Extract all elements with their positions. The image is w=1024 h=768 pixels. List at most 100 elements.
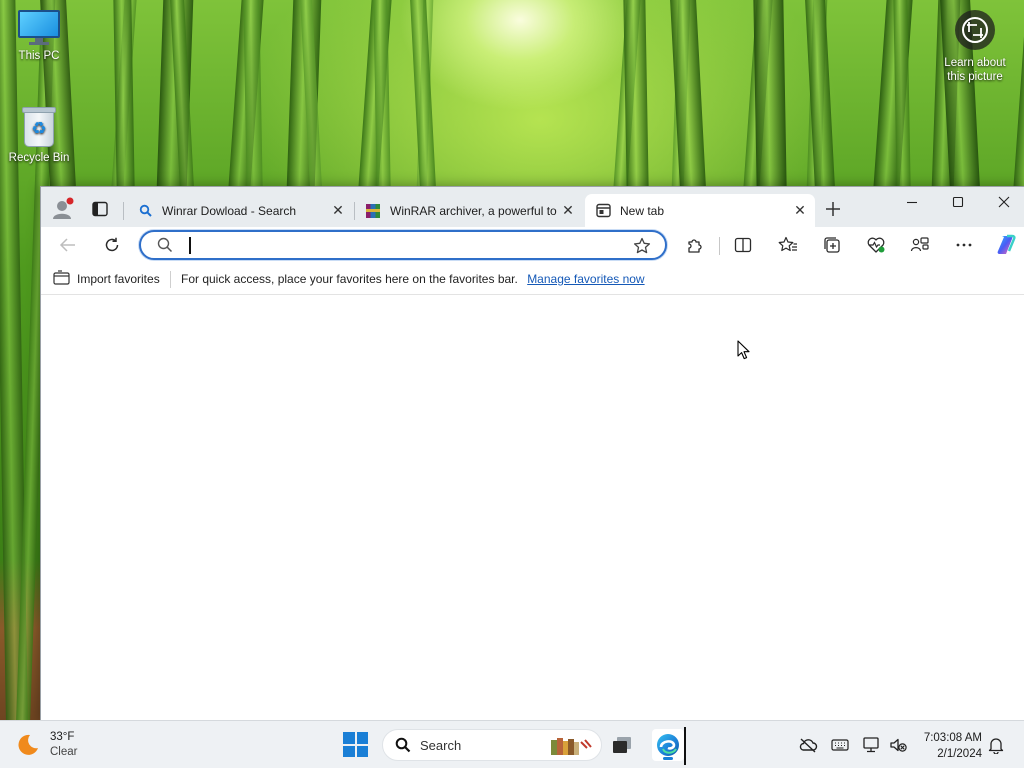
task-view-icon	[613, 737, 631, 753]
heart-pulse-icon	[867, 237, 885, 253]
recycle-bin-icon: ♻	[22, 106, 56, 148]
edge-icon	[657, 734, 679, 756]
tab-winrar-archiver[interactable]: WinRAR archiver, a powerful to ✕	[355, 194, 583, 227]
weather-temperature: 33°F	[50, 731, 75, 743]
toolbar-divider	[719, 237, 720, 255]
maximize-button[interactable]	[935, 187, 981, 217]
favorites-bar-message-text: For quick access, place your favorites h…	[181, 272, 518, 286]
new-tab-icon	[595, 203, 611, 219]
copilot-button[interactable]	[993, 232, 1019, 258]
desktop-icon-recycle-bin[interactable]: ♻ Recycle Bin	[1, 106, 77, 164]
volume-muted-icon[interactable]	[888, 735, 908, 755]
keyboard-icon[interactable]	[830, 735, 850, 755]
profile-avatar-icon	[53, 197, 74, 219]
desktop-icon-this-pc[interactable]: This PC	[1, 10, 77, 62]
page-content-area[interactable]	[41, 296, 1024, 722]
start-button[interactable]	[343, 732, 369, 758]
favorites-icon	[778, 236, 797, 252]
weather-text: 33°F Clear	[50, 730, 77, 760]
network-icon[interactable]	[862, 735, 882, 755]
edge-browser-window: Winrar Dowload - Search ✕ WinRAR archive…	[40, 186, 1024, 722]
mouse-cursor-icon	[737, 340, 750, 360]
favorites-bar-message: For quick access, place your favorites h…	[181, 272, 645, 286]
browser-toolbar	[41, 227, 1024, 263]
star-icon	[633, 237, 651, 254]
split-screen-button[interactable]	[730, 232, 756, 258]
learn-picture-line1: Learn about	[944, 57, 1006, 69]
minimize-button[interactable]	[889, 187, 935, 217]
add-favorite-button[interactable]	[631, 236, 653, 256]
desktop-icon-label: This PC	[18, 50, 60, 62]
new-tab-button[interactable]	[821, 197, 845, 221]
split-screen-icon	[734, 237, 752, 253]
learn-picture-line2: this picture	[947, 71, 1003, 83]
more-icon	[956, 243, 972, 247]
onedrive-offline-icon[interactable]	[798, 735, 818, 755]
taskbar-search-label: Search	[420, 737, 462, 753]
import-favorites-label: Import favorites	[77, 272, 160, 286]
collections-button[interactable]	[819, 232, 845, 258]
taskbar: 33°F Clear Search 7:03:08 AM 2/1/2024	[0, 720, 1024, 768]
browser-titlebar: Winrar Dowload - Search ✕ WinRAR archive…	[41, 187, 1024, 227]
vertical-tabs-icon	[92, 201, 108, 217]
tab-label: WinRAR archiver, a powerful to	[390, 203, 557, 218]
active-app-indicator	[663, 757, 673, 760]
text-caret	[189, 237, 191, 254]
winrar-icon	[365, 203, 381, 219]
favorites-bar: Import favorites For quick access, place…	[41, 263, 1024, 295]
close-tab-icon[interactable]: ✕	[329, 202, 347, 220]
import-icon	[53, 270, 70, 288]
more-options-button[interactable]	[951, 232, 977, 258]
browser-essentials-button[interactable]	[863, 232, 889, 258]
taskbar-divider	[684, 727, 686, 765]
workspaces-button[interactable]	[907, 232, 933, 258]
arrow-left-icon	[59, 238, 75, 252]
search-highlight-books-icon	[551, 738, 592, 755]
desktop-icon-label: Recycle Bin	[8, 152, 70, 164]
learn-about-picture-button[interactable]: Learn about this picture	[936, 10, 1014, 84]
plus-icon	[826, 202, 840, 216]
close-tab-icon[interactable]: ✕	[791, 202, 809, 220]
moon-icon	[16, 733, 40, 757]
refresh-button[interactable]	[99, 232, 125, 258]
weather-widget[interactable]: 33°F Clear	[16, 729, 77, 761]
maximize-icon	[952, 196, 964, 208]
clock-time: 7:03:08 AM	[923, 732, 982, 744]
import-favorites-button[interactable]: Import favorites	[53, 269, 160, 289]
close-tab-icon[interactable]: ✕	[559, 202, 577, 220]
favorites-bar-divider	[170, 271, 171, 288]
back-button[interactable]	[55, 232, 81, 258]
refresh-icon	[105, 237, 119, 252]
taskbar-clock[interactable]: 7:03:08 AM 2/1/2024	[912, 730, 982, 762]
favorites-button[interactable]	[775, 232, 801, 258]
tab-winrar-search[interactable]: Winrar Dowload - Search ✕	[127, 194, 353, 227]
camera-circle-icon	[955, 10, 995, 50]
close-window-button[interactable]	[981, 187, 1024, 217]
notifications-bell-icon[interactable]	[986, 735, 1006, 755]
search-icon	[137, 203, 153, 219]
tab-label: New tab	[620, 203, 665, 218]
computer-icon	[18, 10, 60, 46]
extensions-button[interactable]	[682, 232, 708, 258]
task-view-button[interactable]	[606, 729, 638, 761]
collections-icon	[824, 237, 840, 253]
tab-divider	[123, 202, 124, 220]
address-bar[interactable]	[139, 230, 667, 260]
minimize-icon	[907, 201, 917, 204]
tab-actions-button[interactable]	[87, 196, 113, 222]
close-icon	[998, 196, 1010, 208]
clock-date: 2/1/2024	[937, 748, 982, 760]
address-input[interactable]	[185, 235, 625, 255]
taskbar-search-box[interactable]: Search	[382, 729, 602, 761]
search-icon	[157, 237, 173, 256]
search-icon	[395, 737, 411, 753]
manage-favorites-link[interactable]: Manage favorites now	[527, 272, 644, 286]
weather-condition: Clear	[50, 746, 78, 758]
tab-new-tab[interactable]: New tab ✕	[585, 194, 815, 227]
taskbar-edge-button[interactable]	[652, 729, 684, 761]
puzzle-icon	[688, 239, 702, 253]
profile-button[interactable]	[49, 195, 77, 223]
copilot-icon	[997, 234, 1016, 254]
tab-label: Winrar Dowload - Search	[162, 203, 297, 218]
workspaces-icon	[910, 237, 929, 252]
